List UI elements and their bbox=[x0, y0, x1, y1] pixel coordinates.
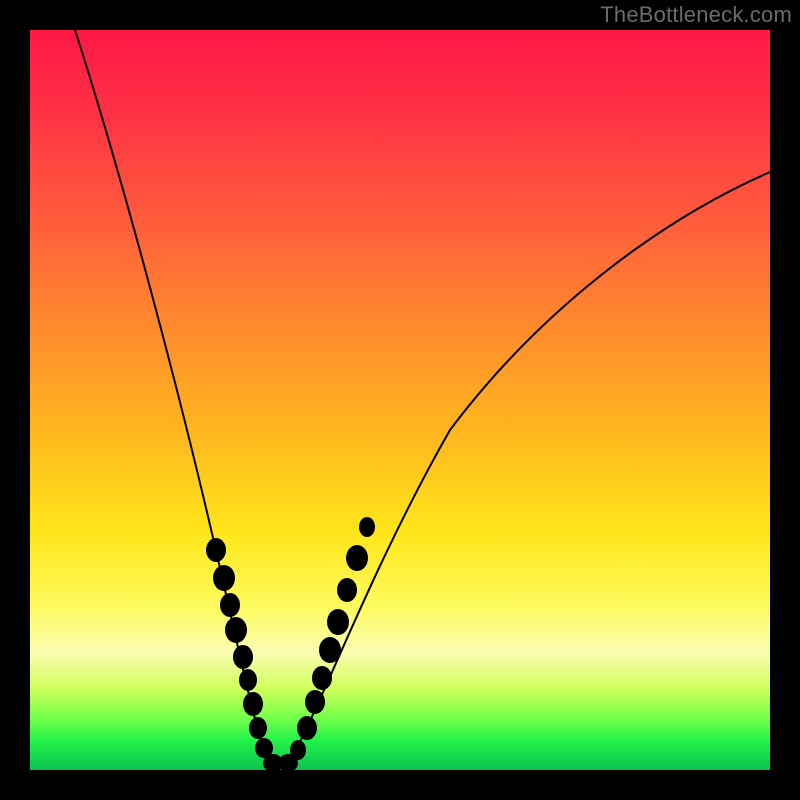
curve-svg bbox=[30, 30, 770, 770]
plot-area bbox=[30, 30, 770, 770]
curve-markers bbox=[206, 517, 375, 770]
chart-frame: TheBottleneck.com bbox=[0, 0, 800, 800]
bottleneck-curve bbox=[75, 30, 770, 765]
attribution-text: TheBottleneck.com bbox=[600, 2, 792, 28]
